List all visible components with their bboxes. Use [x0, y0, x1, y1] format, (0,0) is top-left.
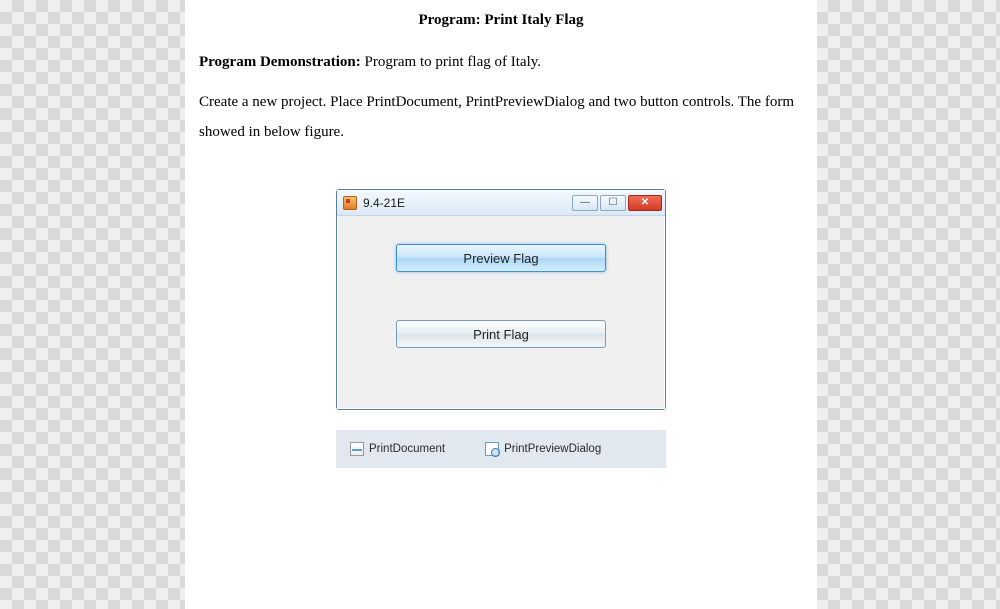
- tray-item-printpreviewdialog[interactable]: PrintPreviewDialog: [485, 442, 601, 456]
- maximize-button[interactable]: ☐: [600, 195, 626, 211]
- window-titlebar: 9.4-21E — ☐ ✕: [337, 190, 665, 216]
- print-flag-button[interactable]: Print Flag: [396, 320, 606, 348]
- tray-label-printdocument: PrintDocument: [369, 443, 445, 455]
- demo-label: Program Demonstration:: [199, 54, 361, 70]
- window-client-area: Preview Flag Print Flag: [337, 216, 665, 409]
- tray-label-printpreviewdialog: PrintPreviewDialog: [504, 443, 601, 455]
- close-button[interactable]: ✕: [628, 195, 662, 211]
- preview-flag-button[interactable]: Preview Flag: [396, 244, 606, 272]
- tray-item-printdocument[interactable]: PrintDocument: [350, 442, 445, 456]
- instructions-paragraph: Create a new project. Place PrintDocumen…: [199, 87, 803, 147]
- component-tray: PrintDocument PrintPreviewDialog: [336, 430, 666, 468]
- page-title: Program: Print Italy Flag: [199, 12, 803, 29]
- window-control-buttons: — ☐ ✕: [572, 195, 662, 211]
- close-icon: ✕: [641, 197, 649, 208]
- printpreviewdialog-icon: [485, 442, 499, 456]
- demo-paragraph: Program Demonstration: Program to print …: [199, 47, 803, 77]
- application-window: 9.4-21E — ☐ ✕ Preview Flag Print Flag: [336, 189, 666, 410]
- minimize-button[interactable]: —: [572, 195, 598, 211]
- document-page: Program: Print Italy Flag Program Demons…: [185, 0, 817, 609]
- printdocument-icon: [350, 442, 364, 456]
- window-title: 9.4-21E: [363, 196, 572, 210]
- minimize-icon: —: [580, 197, 590, 208]
- app-icon: [343, 196, 357, 210]
- maximize-icon: ☐: [609, 197, 618, 208]
- demo-text: Program to print flag of Italy.: [361, 54, 541, 70]
- screenshot-container: 9.4-21E — ☐ ✕ Preview Flag Print Flag Pr…: [199, 189, 803, 468]
